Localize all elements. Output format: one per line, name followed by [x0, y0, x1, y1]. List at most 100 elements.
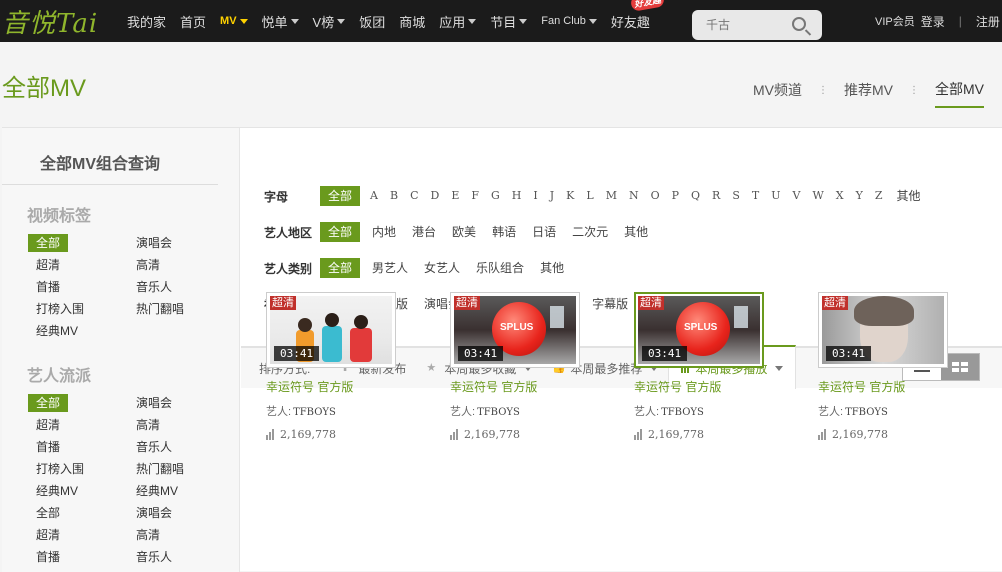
filter-option[interactable]: J [544, 186, 560, 206]
filter-option[interactable]: Y [850, 186, 869, 206]
sidebar-option[interactable]: 演唱会 [128, 234, 172, 252]
sidebar-option[interactable]: 热门翻唱 [128, 460, 184, 478]
sidebar-option[interactable]: 首播 [28, 438, 68, 456]
filter-option[interactable]: N [623, 186, 645, 206]
video-thumbnail[interactable]: SPLUS 超清 03:41 [634, 292, 764, 368]
video-thumbnail[interactable]: 超清 03:41 [818, 292, 948, 368]
tab-2[interactable]: 全部MV [935, 79, 984, 108]
video-title[interactable]: 幸运符号 官方版 [450, 378, 634, 395]
filter-option[interactable]: 二次元 [564, 222, 616, 242]
sidebar-option[interactable]: 演唱会 [128, 394, 172, 412]
filter-option[interactable]: P [666, 186, 685, 206]
filter-option[interactable]: X [830, 186, 850, 206]
filter-option[interactable]: 内地 [364, 222, 404, 242]
video-title[interactable]: 幸运符号 官方版 [634, 378, 818, 395]
sidebar-option[interactable]: 打榜入围 [28, 300, 84, 318]
nav-item[interactable]: 商城 [399, 12, 425, 31]
video-title[interactable]: 幸运符号 官方版 [266, 378, 450, 395]
filter-option[interactable]: 男艺人 [364, 258, 416, 278]
filter-option[interactable]: B [384, 186, 404, 206]
filter-option[interactable]: 全部 [320, 222, 361, 242]
nav-item[interactable]: 节目 [490, 12, 528, 31]
sidebar-option[interactable]: 热门翻唱 [128, 300, 184, 318]
vip-link[interactable]: VIP会员 [875, 13, 915, 29]
filter-option[interactable]: Z [869, 186, 889, 206]
video-thumbnail[interactable]: SPLUS 超清 03:41 [450, 292, 580, 368]
filter-option[interactable]: F [465, 186, 485, 206]
filter-option[interactable]: O [645, 186, 666, 206]
filter-option[interactable]: S [726, 186, 746, 206]
sidebar-option[interactable]: 全部 [28, 504, 68, 522]
artist-name[interactable]: TFBOYS [293, 407, 336, 418]
artist-name[interactable]: TFBOYS [661, 407, 704, 418]
filter-option[interactable]: T [746, 186, 765, 206]
filter-option[interactable]: U [765, 186, 786, 206]
filter-option[interactable]: 女艺人 [416, 258, 468, 278]
filter-option[interactable]: E [445, 186, 465, 206]
filter-option[interactable]: M [600, 186, 623, 206]
sidebar-option[interactable]: 打榜入围 [28, 460, 84, 478]
sidebar-option[interactable]: 全部 [28, 394, 68, 412]
sidebar-option[interactable]: 音乐人 [128, 438, 172, 456]
sidebar-option[interactable]: 经典MV [28, 482, 78, 500]
search-input[interactable] [706, 18, 802, 32]
tab-0[interactable]: MV频道 [753, 80, 802, 107]
filter-option[interactable]: I [527, 186, 543, 206]
search-icon[interactable] [792, 17, 806, 31]
sidebar-option[interactable]: 超清 [28, 256, 68, 274]
sidebar-option[interactable]: 演唱会 [128, 504, 172, 522]
video-card[interactable]: SPLUS 超清 03:41 幸运符号 官方版 艺人: TFBOYS 2,169,778 [634, 292, 818, 441]
video-card[interactable]: 超清 03:41 幸运符号 官方版 艺人: TFBOYS 2,169,778 [818, 292, 1002, 441]
video-card[interactable]: 超清 03:41 幸运符号 官方版 艺人: TFBOYS 2,169,778 [266, 292, 450, 441]
nav-item[interactable]: Fan Club [541, 15, 597, 27]
sidebar-option[interactable]: 音乐人 [128, 548, 172, 566]
filter-option[interactable]: W [806, 186, 829, 206]
filter-option[interactable]: R [706, 186, 726, 206]
sidebar-option[interactable]: 经典MV [28, 322, 78, 340]
filter-option[interactable]: 韩语 [484, 222, 524, 242]
filter-option[interactable]: 乐队组合 [468, 258, 532, 278]
nav-item[interactable]: 饭团 [359, 12, 385, 31]
sidebar-option[interactable]: 首播 [28, 278, 68, 296]
sidebar-option[interactable]: 高清 [128, 526, 168, 544]
login-link[interactable]: 登录 [921, 13, 945, 30]
filter-option[interactable]: 全部 [320, 186, 361, 206]
nav-item[interactable]: 应用 [439, 12, 477, 31]
filter-option[interactable]: A [364, 186, 384, 206]
filter-option[interactable]: 其他 [616, 222, 656, 242]
filter-option[interactable]: K [560, 186, 580, 206]
filter-option[interactable]: 其他 [889, 186, 929, 206]
nav-item[interactable]: MV [220, 15, 248, 27]
filter-option[interactable]: 港台 [404, 222, 444, 242]
nav-item[interactable]: 首页 [180, 12, 206, 31]
sidebar-option[interactable]: 首播 [28, 548, 68, 566]
sidebar-option[interactable]: 全部 [28, 234, 68, 252]
sidebar-option[interactable]: 高清 [128, 256, 168, 274]
filter-option[interactable]: L [580, 186, 599, 206]
nav-item[interactable]: 好友趣 好友趣 [611, 0, 665, 31]
tab-1[interactable]: 推荐MV [844, 80, 893, 107]
filter-option[interactable]: H [506, 186, 528, 206]
sidebar-option[interactable]: 超清 [28, 416, 68, 434]
nav-item[interactable]: V榜 [313, 12, 346, 31]
filter-option[interactable]: G [485, 186, 506, 206]
site-logo[interactable]: 音悦Tai [2, 4, 98, 39]
video-card[interactable]: SPLUS 超清 03:41 幸运符号 官方版 艺人: TFBOYS 2,169,778 [450, 292, 634, 441]
filter-option[interactable]: 日语 [524, 222, 564, 242]
video-thumbnail[interactable]: 超清 03:41 [266, 292, 396, 368]
filter-option[interactable]: 全部 [320, 258, 361, 278]
artist-name[interactable]: TFBOYS [845, 407, 888, 418]
filter-option[interactable]: D [424, 186, 445, 206]
artist-name[interactable]: TFBOYS [477, 407, 520, 418]
nav-item[interactable]: 我的家 [127, 12, 166, 31]
register-link[interactable]: 注册 [976, 13, 1000, 30]
filter-option[interactable]: V [787, 186, 807, 206]
sidebar-option[interactable]: 经典MV [128, 482, 178, 500]
sidebar-option[interactable]: 高清 [128, 416, 168, 434]
sidebar-option[interactable]: 超清 [28, 526, 68, 544]
filter-option[interactable]: Q [685, 186, 706, 206]
filter-option[interactable]: 其他 [532, 258, 572, 278]
sidebar-option[interactable]: 音乐人 [128, 278, 172, 296]
filter-option[interactable]: 欧美 [444, 222, 484, 242]
filter-option[interactable]: C [404, 186, 424, 206]
